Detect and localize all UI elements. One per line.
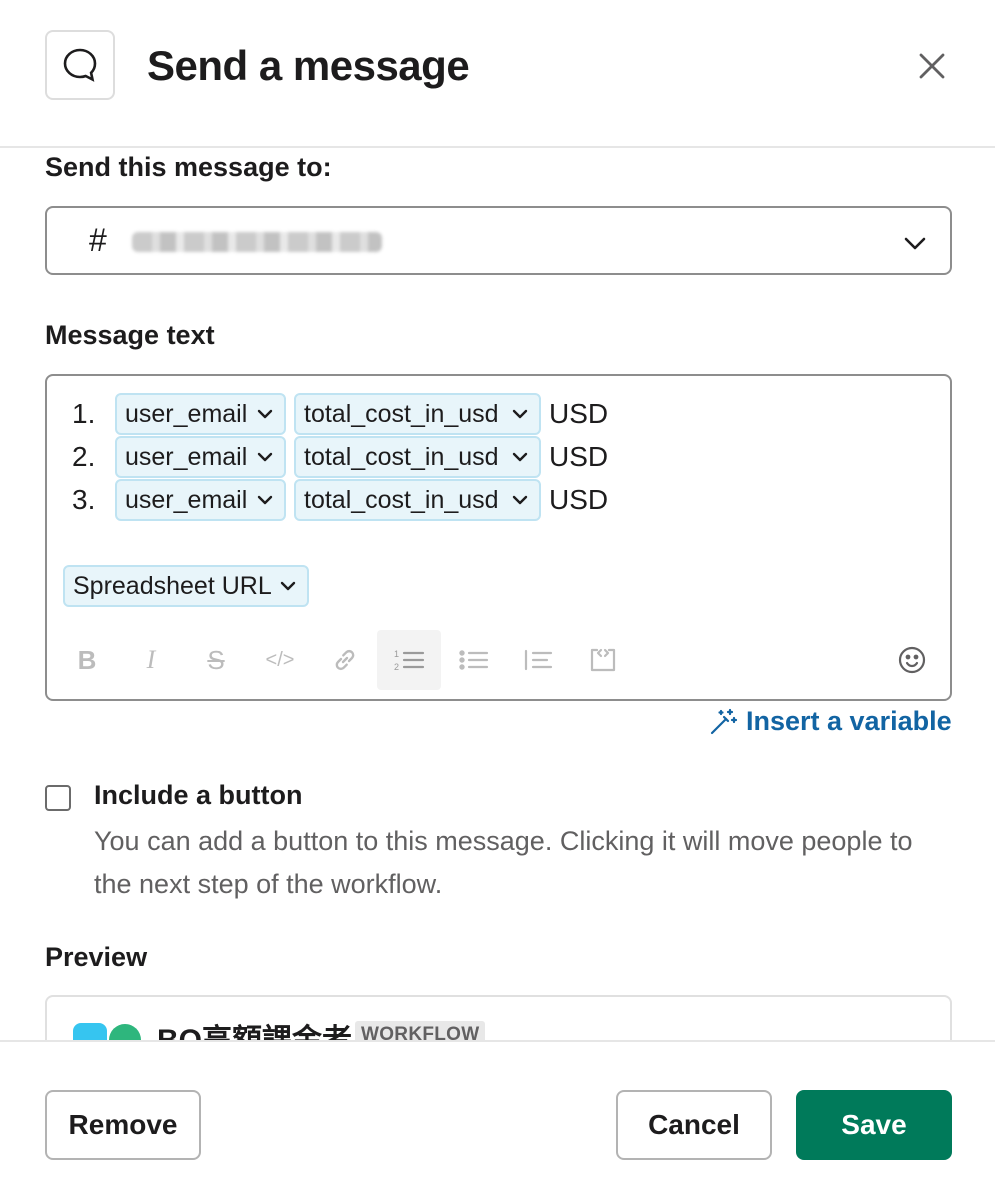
currency-text: USD (549, 484, 609, 515)
list-item: 2. user_email total_cost_in_usd USD (47, 436, 947, 478)
chevron-down-icon (512, 409, 528, 419)
chevron-down-icon (257, 452, 273, 462)
currency-text: USD (549, 441, 609, 472)
code-block-button[interactable] (583, 630, 623, 690)
variable-chip-total-cost[interactable]: total_cost_in_usd (294, 393, 541, 435)
code-button[interactable]: </> (260, 630, 300, 690)
variable-chip-label: total_cost_in_usd (304, 485, 499, 514)
currency-text: USD (549, 398, 609, 429)
variable-chip-user-email[interactable]: user_email (115, 393, 286, 435)
variable-chip-label: Spreadsheet URL (73, 571, 272, 600)
chevron-down-icon (257, 495, 273, 505)
emoji-icon (898, 646, 926, 674)
chevron-down-icon (512, 452, 528, 462)
svg-text:2: 2 (394, 662, 399, 672)
bulleted-list-button[interactable] (454, 630, 494, 690)
channel-name-redacted (132, 232, 382, 252)
modal-title: Send a message (147, 42, 470, 89)
italic-icon: I (146, 645, 156, 674)
modal-footer: Remove Cancel Save (0, 1040, 995, 1200)
channel-hash-icon: # (89, 222, 107, 258)
include-button-label: Include a button (94, 780, 303, 810)
insert-variable-link[interactable]: Insert a variable (708, 706, 952, 737)
bold-button[interactable]: B (67, 630, 107, 690)
magic-wand-icon (710, 708, 738, 734)
emoji-button[interactable] (892, 630, 932, 690)
close-icon (919, 53, 945, 79)
list-item: 1. user_email total_cost_in_usd USD (47, 393, 947, 435)
close-button[interactable] (910, 44, 954, 88)
list-number: 1. (72, 398, 96, 429)
ordered-list-icon: 1 2 (394, 649, 425, 672)
message-text-label: Message text (45, 320, 215, 350)
variable-chip-label: user_email (125, 399, 248, 428)
variable-chip-label: total_cost_in_usd (304, 399, 499, 428)
variable-chip-user-email[interactable]: user_email (115, 479, 286, 521)
chevron-down-icon (257, 409, 273, 419)
code-block-icon (590, 648, 616, 672)
italic-button[interactable]: I (131, 630, 171, 690)
svg-text:1: 1 (394, 649, 399, 659)
variable-chip-label: user_email (125, 485, 248, 514)
modal-header: Send a message (0, 0, 995, 148)
recipient-label: Send this message to: (45, 152, 332, 182)
channel-select[interactable]: # (45, 206, 952, 275)
list-item: 3. user_email total_cost_in_usd USD (47, 479, 947, 521)
chevron-down-icon (512, 495, 528, 505)
blockquote-icon (524, 649, 553, 671)
code-icon: </> (265, 648, 295, 671)
blockquote-button[interactable] (518, 630, 558, 690)
variable-chip-total-cost[interactable]: total_cost_in_usd (294, 436, 541, 478)
variable-chip-user-email[interactable]: user_email (115, 436, 286, 478)
strikethrough-icon: S (207, 644, 225, 675)
ordered-list-button[interactable]: 1 2 (377, 630, 441, 690)
link-icon (335, 649, 355, 671)
message-editor[interactable]: 1. user_email total_cost_in_usd USD 2. u… (45, 374, 952, 701)
bold-icon: B (77, 644, 97, 675)
chevron-down-icon (904, 237, 926, 250)
message-bubble-icon (45, 30, 115, 100)
variable-chip-spreadsheet-url[interactable]: Spreadsheet URL (63, 565, 309, 607)
chevron-down-icon (280, 581, 296, 591)
strikethrough-button[interactable]: S (196, 630, 236, 690)
bulleted-list-icon (459, 650, 489, 670)
list-number: 2. (72, 441, 96, 472)
remove-button[interactable]: Remove (45, 1090, 201, 1160)
variable-chip-label: total_cost_in_usd (304, 442, 499, 471)
include-button-description: You can add a button to this message. Cl… (94, 826, 913, 899)
cancel-button[interactable]: Cancel (616, 1090, 772, 1160)
include-button-checkbox[interactable] (45, 785, 71, 811)
list-number: 3. (72, 484, 96, 515)
insert-variable-label: Insert a variable (746, 706, 952, 736)
link-button[interactable] (325, 630, 365, 690)
preview-label: Preview (45, 942, 148, 972)
variable-chip-total-cost[interactable]: total_cost_in_usd (294, 479, 541, 521)
variable-chip-label: user_email (125, 442, 248, 471)
save-button[interactable]: Save (796, 1090, 952, 1160)
